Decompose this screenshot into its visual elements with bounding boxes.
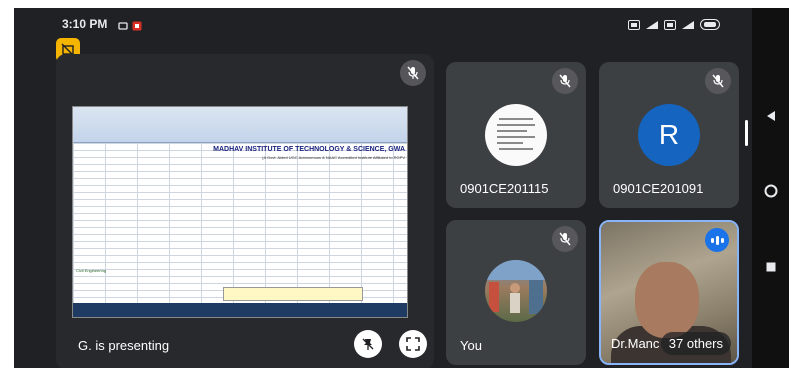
- screen-record-icon: [118, 18, 128, 36]
- volte-icon: [628, 17, 640, 35]
- unpin-presentation-button[interactable]: [354, 330, 382, 358]
- mic-off-icon: [552, 68, 578, 94]
- participant-tile-1[interactable]: 0901CE201115: [446, 62, 586, 208]
- spreadsheet-ribbon: [73, 107, 407, 143]
- fullscreen-icon: [406, 337, 420, 351]
- status-time: 3:10 PM: [62, 17, 108, 31]
- presentation-tile[interactable]: MADHAV INSTITUTE OF TECHNOLOGY & SCIENCE…: [56, 54, 434, 368]
- mic-off-icon: [705, 68, 731, 94]
- meet-screen: 3:10 PM MADHAV INSTITUTE OF TECHNOLOGY &…: [14, 8, 752, 368]
- status-bar: 3:10 PM: [14, 8, 752, 40]
- battery-icon: [700, 17, 722, 35]
- shared-screen: MADHAV INSTITUTE OF TECHNOLOGY & SCIENCE…: [72, 106, 408, 318]
- back-button[interactable]: [752, 110, 789, 122]
- presenting-label: G. is presenting: [78, 338, 170, 353]
- mic-off-icon: [400, 60, 426, 86]
- android-nav-bar: [752, 8, 789, 368]
- tiles-scroll-indicator: [745, 120, 748, 146]
- signal-icon-2: [681, 17, 695, 35]
- participant-avatar: [485, 104, 547, 166]
- participant-name: 0901CE201115: [460, 181, 549, 196]
- participant-tile-active-speaker[interactable]: Dr.Manc 37 others: [599, 220, 739, 365]
- recents-square-icon: [766, 262, 775, 272]
- sheet-title: MADHAV INSTITUTE OF TECHNOLOGY & SCIENCE…: [213, 146, 405, 153]
- participant-avatar: [485, 260, 547, 322]
- mic-off-icon: [552, 226, 578, 252]
- participant-avatar: R: [638, 104, 700, 166]
- participant-name: 0901CE201091: [613, 181, 704, 196]
- back-triangle-icon: [766, 111, 775, 121]
- sheet-subtitle: (A Govt. Aided UGC Autonomous & NAAC Acc…: [262, 155, 405, 160]
- sheet-department-cell: Civil Engineering: [76, 268, 107, 273]
- windows-taskbar: [73, 303, 407, 317]
- sheet-popup: [223, 287, 363, 301]
- participant-name: Dr.Manc: [611, 336, 660, 351]
- volte-icon-2: [664, 17, 676, 35]
- others-count-button[interactable]: 37 others: [660, 332, 731, 355]
- participant-tile-2[interactable]: R 0901CE201091: [599, 62, 739, 208]
- speaking-indicator-icon: [705, 228, 729, 252]
- home-button[interactable]: [752, 184, 789, 198]
- spreadsheet-grid: MADHAV INSTITUTE OF TECHNOLOGY & SCIENCE…: [73, 143, 407, 305]
- participant-name: You: [460, 338, 482, 353]
- status-system-icons: [628, 17, 722, 35]
- recents-button[interactable]: [752, 261, 789, 273]
- status-notification-icons: [118, 18, 142, 36]
- home-circle-icon: [764, 184, 777, 198]
- participant-tile-self[interactable]: You: [446, 220, 586, 365]
- signal-icon: [645, 17, 659, 35]
- fullscreen-button[interactable]: [399, 330, 427, 358]
- app-notification-icon: [132, 18, 142, 36]
